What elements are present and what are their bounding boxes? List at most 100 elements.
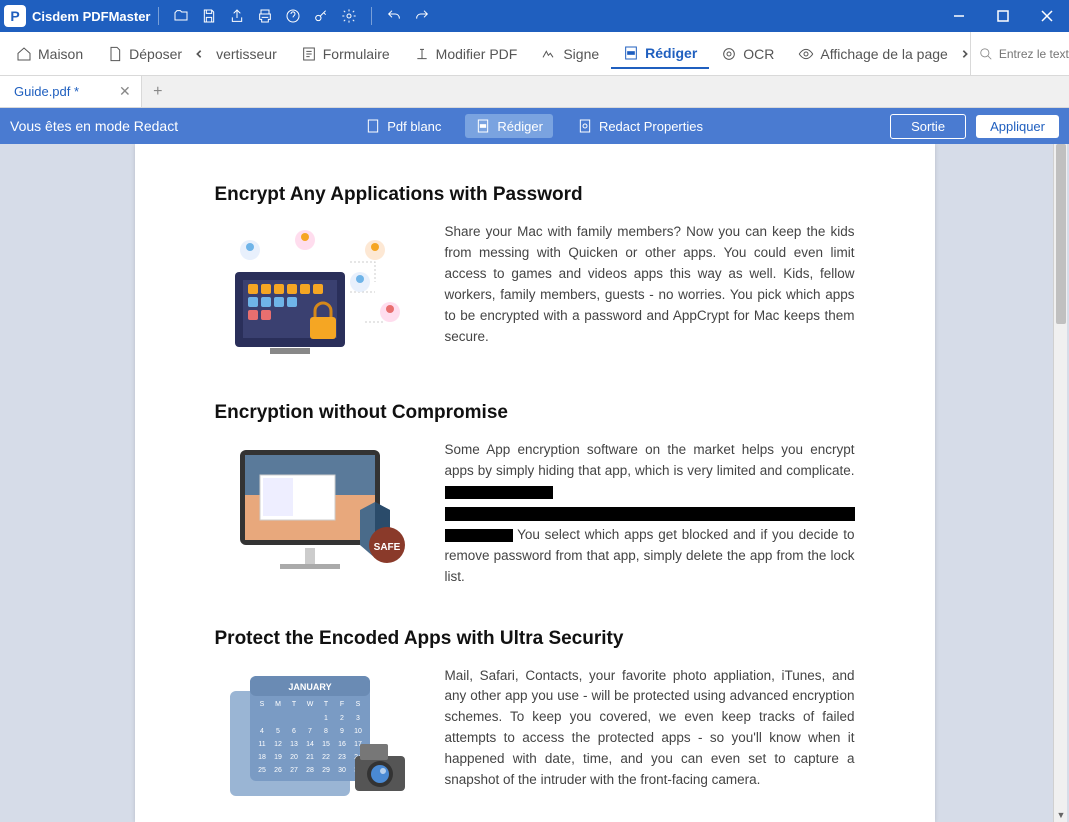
- document-tab-label: Guide.pdf *: [14, 84, 79, 99]
- svg-text:1: 1: [324, 715, 328, 722]
- section-2-title: Encryption without Compromise: [215, 402, 855, 424]
- undo-icon[interactable]: [380, 2, 408, 30]
- svg-text:4: 4: [260, 728, 264, 735]
- scrollbar-thumb[interactable]: [1056, 144, 1066, 324]
- help-icon[interactable]: [279, 2, 307, 30]
- tab-form[interactable]: Formulaire: [289, 40, 402, 68]
- svg-text:26: 26: [274, 767, 282, 774]
- tab-sign[interactable]: Signe: [529, 40, 611, 68]
- tab-redact-label: Rédiger: [645, 45, 697, 61]
- key-icon[interactable]: [307, 2, 335, 30]
- svg-text:9: 9: [340, 728, 344, 735]
- mode-status: Vous êtes en mode Redact: [10, 118, 178, 134]
- svg-text:29: 29: [322, 767, 330, 774]
- svg-text:3: 3: [356, 715, 360, 722]
- redaction-mark-2: [445, 507, 855, 521]
- svg-text:S: S: [259, 701, 264, 708]
- blank-pdf-button[interactable]: Pdf blanc: [355, 114, 451, 138]
- tab-file[interactable]: Déposer: [95, 40, 194, 68]
- tab-edit-label: Modifier PDF: [436, 46, 518, 62]
- redaction-mark-3: [445, 529, 513, 542]
- app-name: Cisdem PDFMaster: [32, 9, 150, 24]
- tab-form-label: Formulaire: [323, 46, 390, 62]
- svg-text:23: 23: [338, 754, 346, 761]
- titlebar: P Cisdem PDFMaster: [0, 0, 1069, 32]
- search-input[interactable]: [999, 47, 1069, 61]
- svg-text:16: 16: [338, 741, 346, 748]
- svg-text:10: 10: [354, 728, 362, 735]
- close-button[interactable]: [1025, 0, 1069, 32]
- tab-sign-label: Signe: [563, 46, 599, 62]
- maximize-button[interactable]: [981, 0, 1025, 32]
- vertical-scrollbar[interactable]: ▲ ▼: [1053, 144, 1067, 822]
- svg-text:27: 27: [290, 767, 298, 774]
- toolbar-prev[interactable]: [194, 49, 204, 59]
- tab-file-label: Déposer: [129, 46, 182, 62]
- tab-converter-label: vertisseur: [216, 46, 277, 62]
- settings-icon[interactable]: [335, 2, 363, 30]
- redaction-mark-1: [445, 486, 553, 499]
- svg-text:5: 5: [276, 728, 280, 735]
- section-1: Encrypt Any Applications with Password: [215, 184, 855, 362]
- section-1-image: [215, 222, 415, 362]
- section-3-title: Protect the Encoded Apps with Ultra Secu…: [215, 628, 855, 650]
- section-2: Encryption without Compromise S: [215, 402, 855, 588]
- svg-text:2: 2: [340, 715, 344, 722]
- svg-text:JANUARY: JANUARY: [288, 682, 331, 692]
- svg-text:15: 15: [322, 741, 330, 748]
- svg-text:20: 20: [290, 754, 298, 761]
- svg-text:F: F: [339, 701, 343, 708]
- tab-redact[interactable]: Rédiger: [611, 39, 709, 69]
- svg-text:19: 19: [274, 754, 282, 761]
- scroll-down-icon[interactable]: ▼: [1054, 808, 1068, 822]
- main-toolbar: Maison Déposer vertisseur Formulaire Mod…: [0, 32, 1069, 76]
- document-tab[interactable]: Guide.pdf * ✕: [0, 76, 142, 107]
- add-tab-button[interactable]: +: [142, 76, 174, 107]
- redact-tool-button[interactable]: Rédiger: [465, 114, 553, 138]
- tab-view-label: Affichage de la page: [820, 46, 947, 62]
- tab-home-label: Maison: [38, 46, 83, 62]
- redo-icon[interactable]: [408, 2, 436, 30]
- svg-text:6: 6: [292, 728, 296, 735]
- minimize-button[interactable]: [937, 0, 981, 32]
- search-box: [970, 32, 1069, 75]
- exit-button[interactable]: Sortie: [890, 114, 966, 139]
- svg-text:25: 25: [258, 767, 266, 774]
- redact-properties-button[interactable]: Redact Properties: [567, 114, 713, 138]
- tab-home[interactable]: Maison: [4, 40, 95, 68]
- svg-text:28: 28: [306, 767, 314, 774]
- svg-text:18: 18: [258, 754, 266, 761]
- save-icon[interactable]: [195, 2, 223, 30]
- apply-button[interactable]: Appliquer: [976, 115, 1059, 138]
- section-1-title: Encrypt Any Applications with Password: [215, 184, 855, 206]
- tab-ocr[interactable]: OCR: [709, 40, 786, 68]
- svg-text:SAFE: SAFE: [373, 542, 400, 553]
- toolbar-next[interactable]: [960, 49, 970, 59]
- section-2-image: SAFE: [215, 440, 415, 580]
- share-icon[interactable]: [223, 2, 251, 30]
- document-area[interactable]: Encrypt Any Applications with Password: [0, 144, 1069, 822]
- search-icon: [979, 47, 993, 61]
- svg-text:30: 30: [338, 767, 346, 774]
- pdf-page: Encrypt Any Applications with Password: [135, 144, 935, 822]
- section-3-image: JANUARY SMTWTFS 123 45678910 11121314151…: [215, 666, 415, 806]
- apply-label: Appliquer: [990, 119, 1045, 134]
- svg-text:22: 22: [322, 754, 330, 761]
- section-3: Protect the Encoded Apps with Ultra Secu…: [215, 628, 855, 806]
- open-icon[interactable]: [167, 2, 195, 30]
- print-icon[interactable]: [251, 2, 279, 30]
- svg-text:M: M: [275, 701, 281, 708]
- svg-text:11: 11: [258, 741, 265, 748]
- svg-text:12: 12: [274, 741, 282, 748]
- tab-converter[interactable]: vertisseur: [204, 40, 289, 68]
- svg-text:7: 7: [308, 728, 312, 735]
- tab-view[interactable]: Affichage de la page: [786, 40, 959, 68]
- svg-text:T: T: [323, 701, 328, 708]
- tab-ocr-label: OCR: [743, 46, 774, 62]
- tab-edit[interactable]: Modifier PDF: [402, 40, 530, 68]
- redact-tool-label: Rédiger: [497, 119, 543, 134]
- tab-close-icon[interactable]: ✕: [119, 83, 131, 100]
- section-1-body: Share your Mac with family members? Now …: [445, 222, 855, 348]
- blank-pdf-label: Pdf blanc: [387, 119, 441, 134]
- svg-text:W: W: [306, 701, 313, 708]
